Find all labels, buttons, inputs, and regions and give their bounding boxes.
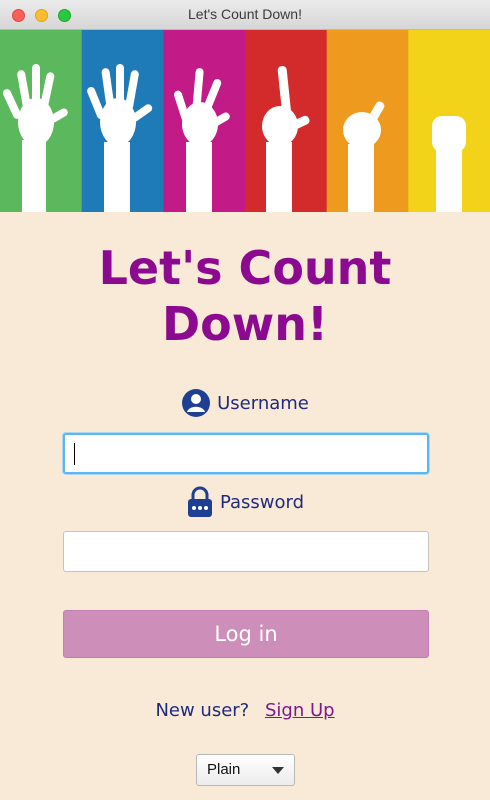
hand-six-icon — [432, 116, 466, 212]
padlock-icon — [186, 486, 214, 518]
window-title: Let's Count Down! — [188, 6, 302, 22]
text-caret — [74, 443, 75, 465]
new-user-text: New user? — [155, 700, 250, 721]
user-avatar-icon — [181, 388, 211, 418]
login-button[interactable]: Log in — [63, 610, 429, 658]
page-title: Let's Count Down! — [98, 241, 392, 351]
password-label: Password — [219, 491, 305, 513]
signup-link[interactable]: Sign Up — [265, 700, 335, 721]
username-label-row: Username — [0, 388, 490, 418]
new-user-row: New user? Sign Up — [0, 700, 490, 721]
chevron-down-icon — [272, 767, 284, 774]
style-select[interactable]: Plain — [196, 754, 295, 786]
username-label: Username — [217, 392, 309, 414]
style-select-value: Plain — [207, 761, 241, 778]
password-label-row: Password — [0, 486, 490, 518]
username-input[interactable] — [63, 433, 429, 474]
password-input[interactable] — [63, 531, 429, 572]
hands-banner — [0, 30, 490, 212]
window-titlebar[interactable]: Let's Count Down! — [0, 0, 490, 30]
